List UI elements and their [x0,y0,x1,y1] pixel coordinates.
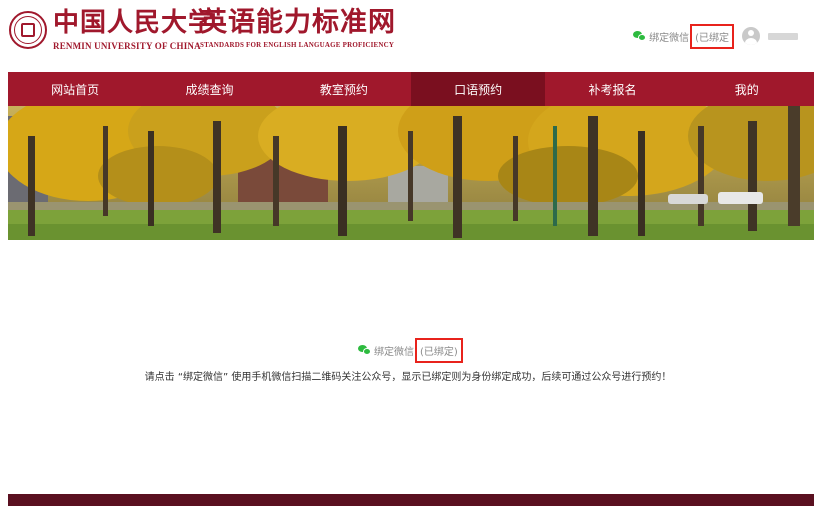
nav-item-oral-booking[interactable]: 口语预约 [410,72,546,106]
site-title-cn: 英语能力标准网 [200,7,396,38]
username-redacted[interactable] [768,32,798,40]
bind-wechat-link[interactable]: 绑定微信 (已绑定 [633,23,734,49]
binding-instruction-text: 请点击 “绑定微信” 使用手机微信扫描二维码关注公众号，显示已绑定则为身份绑定成… [144,372,672,383]
user-area: 绑定微信 (已绑定 [633,22,798,50]
wechat-icon [633,30,647,42]
nav-item-mine[interactable]: 我的 [680,72,814,106]
wechat-icon [358,345,372,356]
site-title-en: STANDARDS FOR ENGLISH LANGUAGE PROFICIEN… [200,41,395,49]
nav-item-classroom-booking[interactable]: 教室预约 [277,72,411,106]
site-header: 中国人民大学 RENMIN UNIVERSITY OF CHINA 英语能力标准… [0,0,816,72]
campus-banner-image [8,106,814,240]
user-avatar-icon[interactable] [742,27,760,45]
nav-item-score-query[interactable]: 成绩查询 [142,72,276,106]
bind-wechat-link-center[interactable]: 绑定微信 (已绑定) [358,338,463,363]
bind-wechat-label: 绑定微信 [649,32,690,44]
main-nav: 网站首页 成绩查询 教室预约 口语预约 补考报名 我的 [8,72,814,106]
bound-status-badge-center: (已绑定) [415,338,463,363]
university-seal-icon[interactable] [9,11,47,49]
page-footer [8,494,814,506]
bind-wechat-label-center: 绑定微信 [374,347,414,358]
bound-status-badge: (已绑定 [690,23,734,49]
university-name-cn: 中国人民大学 [53,8,216,38]
nav-item-home[interactable]: 网站首页 [8,72,142,106]
university-name-en: RENMIN UNIVERSITY OF CHINA [53,41,201,51]
nav-item-makeup-registration[interactable]: 补考报名 [545,72,679,106]
